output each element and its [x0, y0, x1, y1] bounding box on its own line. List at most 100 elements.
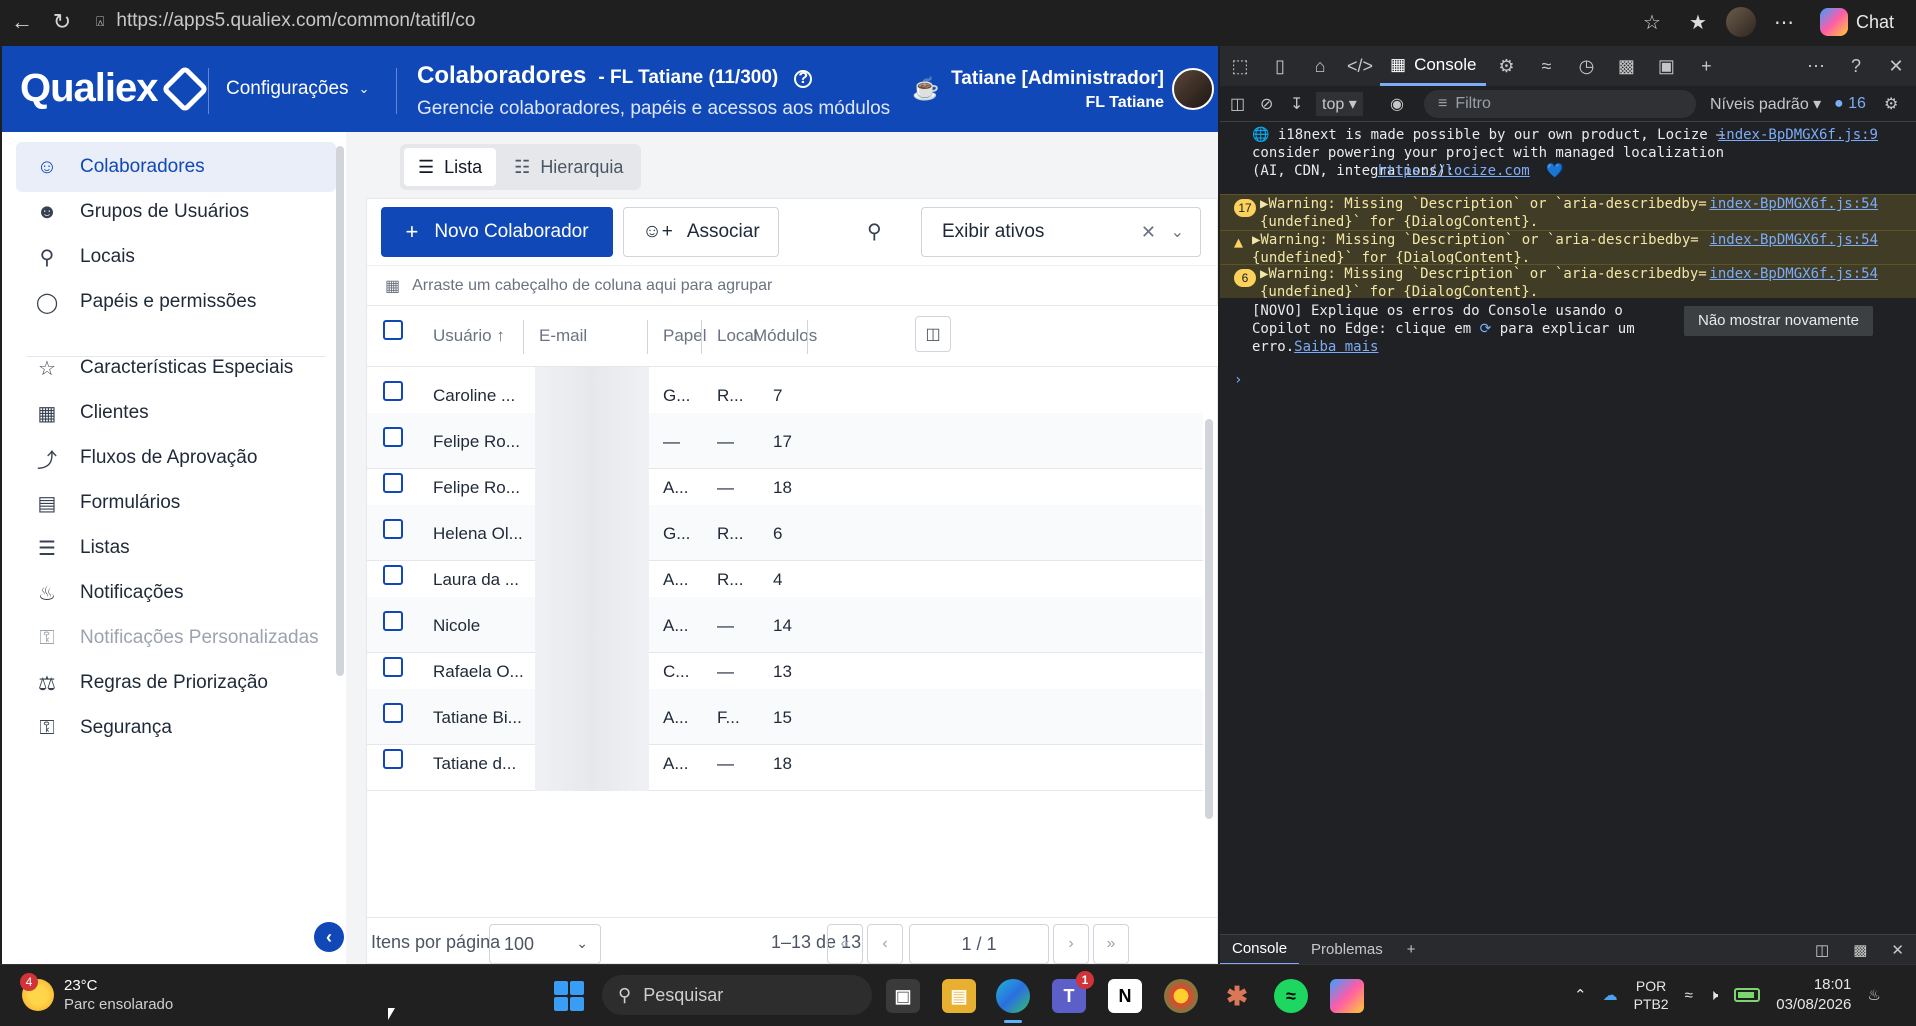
column-resizer[interactable]: [523, 320, 524, 354]
collapse-sidebar-button[interactable]: ‹: [314, 922, 344, 952]
claude-icon[interactable]: ✱: [1220, 979, 1254, 1013]
first-page-button[interactable]: «: [827, 924, 863, 964]
sidebar-item-papeis[interactable]: ◯ Papéis e permissões: [16, 277, 336, 327]
avatar[interactable]: [1172, 68, 1214, 110]
new-collaborator-button[interactable]: + Novo Colaborador: [381, 207, 613, 257]
source-link[interactable]: index-BpDMGX6f.js:54: [1709, 231, 1878, 249]
start-button[interactable]: [554, 981, 584, 1011]
associate-button[interactable]: ☺+ Associar: [623, 207, 779, 257]
application-icon[interactable]: ▣: [1646, 46, 1686, 86]
column-resizer[interactable]: [647, 320, 648, 354]
performance-icon[interactable]: ◷: [1566, 46, 1606, 86]
sidebar-item-clientes[interactable]: ▦ Clientes: [16, 388, 336, 438]
column-role[interactable]: Papel: [663, 326, 706, 346]
clear-console-icon[interactable]: ⊘: [1260, 94, 1273, 114]
config-menu[interactable]: Configurações ⌄: [226, 78, 369, 100]
sidebar-item-notificacoes[interactable]: ♨ Notificações: [16, 568, 336, 618]
drawer-tab-problemas[interactable]: Problemas: [1299, 935, 1395, 965]
edge-browser-icon[interactable]: [996, 979, 1030, 1023]
bug-icon[interactable]: ⚙: [1486, 46, 1526, 86]
profile-avatar[interactable]: [1725, 7, 1756, 37]
elements-icon[interactable]: </>: [1340, 46, 1380, 86]
source-link[interactable]: index-BpDMGX6f.js:9: [1718, 126, 1878, 144]
tab-lista[interactable]: ☰ Lista: [404, 148, 497, 186]
undock-icon[interactable]: ▩: [1841, 935, 1879, 965]
eye-icon[interactable]: ◉: [1390, 94, 1404, 114]
taskbar-search[interactable]: ⚲ Pesquisar: [602, 975, 872, 1015]
levels-select[interactable]: Níveis padrão ▾: [1710, 94, 1821, 114]
row-checkbox[interactable]: [383, 519, 403, 539]
coffee-cup-icon[interactable]: ☕: [912, 76, 939, 102]
notification-bell-icon[interactable]: ♨: [1867, 986, 1880, 1004]
help-icon[interactable]: ?: [1836, 46, 1876, 86]
console-message-warning[interactable]: ▲ ▶Warning: Missing `Description` or `ar…: [1220, 230, 1916, 266]
row-checkbox[interactable]: [383, 611, 403, 631]
issues-counter[interactable]: ● 16: [1834, 95, 1866, 113]
clear-icon[interactable]: ✕: [1141, 222, 1156, 243]
notion-icon[interactable]: N: [1108, 979, 1142, 1013]
console-prompt[interactable]: ›: [1234, 372, 1242, 388]
row-checkbox[interactable]: [383, 657, 403, 677]
scroll-icon[interactable]: ↧: [1290, 94, 1303, 114]
add-tab-icon[interactable]: +: [1686, 46, 1726, 86]
home-icon[interactable]: ⌂: [1300, 46, 1340, 86]
settings-icon[interactable]: ⚙: [1884, 94, 1898, 114]
volume-icon[interactable]: 🕨: [1709, 987, 1718, 1004]
last-page-button[interactable]: »: [1093, 924, 1129, 964]
table-scrollbar[interactable]: [1205, 419, 1213, 819]
user-info[interactable]: Tatiane [Administrador] FL Tatiane: [951, 68, 1164, 112]
column-local[interactable]: Local: [717, 326, 758, 346]
address-bar[interactable]: ⍓ https://apps5.qualiex.com/common/tatif…: [96, 6, 1656, 36]
prev-page-button[interactable]: ‹: [867, 924, 903, 964]
sidebar-item-seguranca[interactable]: ⚿ Segurança: [16, 703, 336, 753]
sidebar-scrollbar[interactable]: [336, 146, 344, 676]
chevron-up-icon[interactable]: ⌃: [1574, 986, 1587, 1004]
weather-widget[interactable]: 4 23°C Parc ensolarado: [20, 973, 173, 1013]
more-icon[interactable]: ⋯: [1796, 46, 1836, 86]
row-checkbox[interactable]: [383, 703, 403, 723]
row-checkbox[interactable]: [383, 381, 403, 401]
dock-icon[interactable]: ◫: [1803, 935, 1841, 965]
battery-icon[interactable]: [1734, 988, 1761, 1002]
cpu-icon[interactable]: ▩: [1606, 46, 1646, 86]
per-page-select[interactable]: 100 ⌄: [489, 924, 601, 964]
sidebar-item-colaboradores[interactable]: ☺ Colaboradores: [16, 142, 336, 192]
column-resizer[interactable]: [701, 320, 702, 354]
select-all-checkbox[interactable]: [383, 320, 403, 340]
favorites-icon[interactable]: ★: [1680, 4, 1716, 40]
console-message-warning[interactable]: 6 ▶Warning: Missing `Description` or `ar…: [1220, 264, 1916, 300]
site-info-icon[interactable]: ⍓: [96, 13, 104, 30]
task-view-icon[interactable]: ▣: [886, 979, 920, 1013]
tab-hierarquia[interactable]: ☷ Hierarquia: [500, 148, 637, 186]
network-icon[interactable]: ≈: [1526, 46, 1566, 86]
console-filter-input[interactable]: ≡ Filtro: [1424, 90, 1696, 118]
help-icon[interactable]: ?: [794, 70, 813, 88]
row-checkbox[interactable]: [383, 565, 403, 585]
sidebar-item-fluxos[interactable]: ⤴ Fluxos de Aprovação: [16, 433, 336, 483]
sidebar-toggle-icon[interactable]: ◫: [1230, 94, 1245, 114]
console-message-warning[interactable]: 17 ▶Warning: Missing `Description` or `a…: [1220, 194, 1916, 230]
inspect-icon[interactable]: ⬚: [1220, 46, 1260, 86]
qualiex-logo[interactable]: Qualiex: [20, 64, 209, 113]
sidebar-item-grupos[interactable]: ☻ Grupos de Usuários: [16, 187, 336, 237]
add-drawer-tab-icon[interactable]: +: [1395, 935, 1428, 965]
wifi-icon[interactable]: ≈: [1685, 987, 1693, 1004]
more-icon[interactable]: ⋯: [1766, 4, 1802, 40]
device-toolbar-icon[interactable]: ▯: [1260, 46, 1300, 86]
sidebar-item-listas[interactable]: ☰ Listas: [16, 523, 336, 573]
sidebar-item-locais[interactable]: ⚲ Locais: [16, 232, 336, 282]
row-checkbox[interactable]: [383, 473, 403, 493]
context-select[interactable]: top ▾: [1316, 91, 1363, 116]
close-drawer-icon[interactable]: ✕: [1879, 935, 1916, 965]
status-filter-select[interactable]: Exibir ativos ✕ ⌄: [921, 207, 1201, 257]
onedrive-icon[interactable]: ☁: [1603, 986, 1618, 1004]
close-icon[interactable]: ✕: [1876, 46, 1916, 86]
teams-icon[interactable]: T1: [1052, 971, 1094, 1013]
sidebar-item-regras[interactable]: ⚖ Regras de Priorização: [16, 658, 336, 708]
next-page-button[interactable]: ›: [1053, 924, 1089, 964]
chevron-down-icon[interactable]: ⌄: [1171, 222, 1184, 242]
sidebar-item-caracteristicas[interactable]: ☆ Características Especiais: [16, 343, 336, 393]
sidebar-item-formularios[interactable]: ▤ Formulários: [16, 478, 336, 528]
m365-copilot-icon[interactable]: [1330, 979, 1364, 1013]
spotify-icon[interactable]: ≈: [1274, 979, 1308, 1013]
